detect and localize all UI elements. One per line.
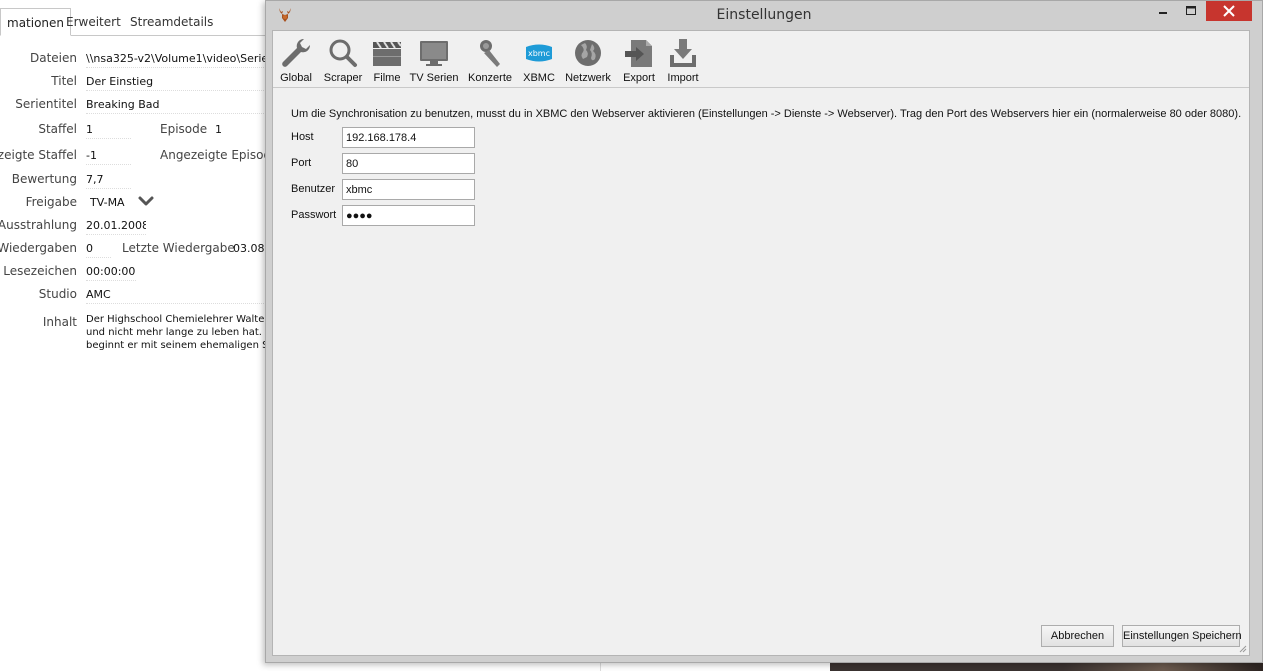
- user-input[interactable]: [342, 179, 475, 200]
- toolbar-scraper-button[interactable]: Scraper: [321, 35, 365, 87]
- save-settings-button[interactable]: Einstellungen Speichern: [1122, 625, 1242, 647]
- xbmc-logo-icon: xbmc: [526, 44, 552, 62]
- field-row-serientitel: Serientitel Breaking Bad: [0, 93, 266, 115]
- minimize-button[interactable]: [1150, 1, 1176, 21]
- password-label: Passwort: [291, 209, 337, 221]
- studio-value[interactable]: AMC: [86, 288, 266, 304]
- freigabe-label: Freigabe: [25, 195, 77, 209]
- titel-label: Titel: [51, 74, 77, 88]
- field-row-titel: Titel Der Einstieg: [0, 70, 266, 92]
- bewertung-value[interactable]: 7,7: [86, 173, 131, 189]
- toolbar-scraper-label: Scraper: [323, 72, 363, 84]
- maximize-button[interactable]: [1178, 1, 1204, 21]
- toolbar-konzerte-button[interactable]: Konzerte: [465, 35, 515, 87]
- clapperboard-icon: [373, 41, 402, 66]
- inhalt-line: beginnt er mit seinem ehemaligen Sch: [86, 340, 265, 351]
- toolbar-xbmc-button[interactable]: xbmc XBMC: [521, 35, 557, 87]
- field-row-staffel: Staffel 1 Episode 1: [0, 118, 265, 140]
- port-input[interactable]: [342, 153, 475, 174]
- titel-value[interactable]: Der Einstieg: [86, 75, 266, 91]
- lesezeichen-label: Lesezeichen: [3, 264, 77, 278]
- chevron-down-icon[interactable]: [137, 192, 155, 210]
- field-row-lesezeichen: Lesezeichen 00:00:00: [0, 260, 265, 282]
- toolbar-netzwerk-label: Netzwerk: [565, 72, 611, 84]
- field-row-freigabe: Freigabe TV-MA: [0, 191, 265, 213]
- bewertung-label: Bewertung: [11, 172, 77, 186]
- globe-icon: [575, 40, 601, 66]
- wrench-icon: [282, 38, 311, 67]
- tab-erweitert[interactable]: Erweitert: [60, 8, 127, 36]
- dateien-label: Dateien: [29, 51, 77, 65]
- port-label: Port: [291, 157, 312, 169]
- dateien-value[interactable]: \\nsa325-v2\Volume1\video\Serien\Br: [86, 52, 266, 68]
- magnifier-icon: [329, 39, 357, 67]
- xbmc-sync-description: Um die Synchronisation zu benutzen, muss…: [291, 108, 1242, 120]
- field-row-studio: Studio AMC: [0, 283, 266, 305]
- toolbar-xbmc-label: XBMC: [523, 72, 555, 84]
- episode-value[interactable]: 1: [215, 123, 222, 136]
- toolbar-export-button[interactable]: Export: [619, 35, 659, 87]
- serientitel-value[interactable]: Breaking Bad: [86, 98, 266, 114]
- letzte-wiedergabe-value[interactable]: 03.08.: [233, 242, 268, 255]
- inhalt-line: Der Highschool Chemielehrer Walter er: [86, 314, 265, 325]
- inhalt-line: und nicht mehr lange zu leben hat. Ur: [86, 327, 265, 338]
- field-row-ausstrahlung: e Ausstrahlung 20.01.2008: [0, 214, 265, 236]
- close-button[interactable]: [1206, 1, 1252, 21]
- field-row-bewertung: Bewertung 7,7: [0, 168, 265, 190]
- toolbar-filme-button[interactable]: Filme: [369, 35, 405, 87]
- angezeigte-episode-label: Angezeigte Episode: [160, 148, 279, 162]
- wiedergaben-label: Wiedergaben: [0, 241, 77, 255]
- lesezeichen-value[interactable]: 00:00:00: [86, 265, 136, 281]
- toolbar-filme-label: Filme: [373, 72, 401, 84]
- staffel-label: Staffel: [38, 122, 77, 136]
- toolbar-tv-serien-button[interactable]: TV Serien: [409, 35, 459, 87]
- tab-streamdetails[interactable]: Streamdetails: [124, 8, 219, 36]
- maximize-icon: [1186, 6, 1196, 15]
- toolbar-tv-serien-label: TV Serien: [409, 72, 459, 84]
- dialog-titlebar[interactable]: Einstellungen: [266, 1, 1262, 30]
- dialog-body: Global Scraper Filme TV Serien Konzerte …: [272, 30, 1250, 656]
- password-input[interactable]: [342, 205, 475, 226]
- minimize-icon: [1159, 12, 1167, 14]
- field-row-wiedergaben: Wiedergaben 0 Letzte Wiedergabe 03.08.: [0, 237, 268, 259]
- episode-label: Episode: [160, 122, 208, 136]
- xbmc-settings-panel: Um die Synchronisation zu benutzen, muss…: [273, 89, 1249, 657]
- ausstrahlung-value[interactable]: 20.01.2008: [86, 219, 146, 235]
- toolbar-global-button[interactable]: Global: [277, 35, 315, 87]
- settings-toolbar: Global Scraper Filme TV Serien Konzerte …: [273, 31, 1249, 88]
- import-icon: [670, 39, 696, 67]
- serientitel-label: Serientitel: [15, 97, 77, 111]
- inhalt-text[interactable]: Der Highschool Chemielehrer Walter er un…: [86, 313, 265, 352]
- toolbar-import-label: Import: [667, 72, 699, 84]
- toolbar-global-label: Global: [280, 72, 312, 84]
- host-input[interactable]: [342, 127, 475, 148]
- angezeigte-staffel-label: ezeigte Staffel: [0, 148, 77, 162]
- settings-dialog: Einstellungen Global Scraper Filme TV Se…: [265, 0, 1263, 663]
- microphone-icon: [480, 40, 500, 67]
- export-icon: [625, 40, 652, 67]
- field-row-angezeigte-staffel: ezeigte Staffel -1 Angezeigte Episode: [0, 144, 278, 166]
- letzte-wiedergabe-label: Letzte Wiedergabe: [122, 241, 235, 255]
- angezeigte-staffel-value[interactable]: -1: [86, 149, 131, 165]
- toolbar-import-button[interactable]: Import: [663, 35, 703, 87]
- studio-label: Studio: [38, 287, 77, 301]
- ausstrahlung-label: e Ausstrahlung: [0, 218, 77, 232]
- close-icon: [1223, 5, 1235, 17]
- inhalt-label: Inhalt: [42, 315, 77, 329]
- staffel-value[interactable]: 1: [86, 123, 131, 139]
- toolbar-konzerte-label: Konzerte: [467, 72, 513, 84]
- field-row-dateien: Dateien \\nsa325-v2\Volume1\video\Serien…: [0, 47, 266, 69]
- wiedergaben-value[interactable]: 0: [86, 242, 111, 258]
- toolbar-export-label: Export: [623, 72, 655, 84]
- cancel-button[interactable]: Abbrechen: [1041, 625, 1114, 647]
- freigabe-value[interactable]: TV-MA: [90, 196, 135, 211]
- background-tab-bar: mationen Erweitert Streamdetails: [0, 0, 265, 36]
- user-label: Benutzer: [291, 183, 336, 195]
- xbmc-logo-text: xbmc: [528, 49, 550, 58]
- host-label: Host: [291, 131, 314, 143]
- toolbar-netzwerk-button[interactable]: Netzwerk: [563, 35, 613, 87]
- monitor-icon: [420, 41, 448, 66]
- dialog-title: Einstellungen: [716, 7, 812, 23]
- resize-grip-icon[interactable]: [1237, 643, 1247, 653]
